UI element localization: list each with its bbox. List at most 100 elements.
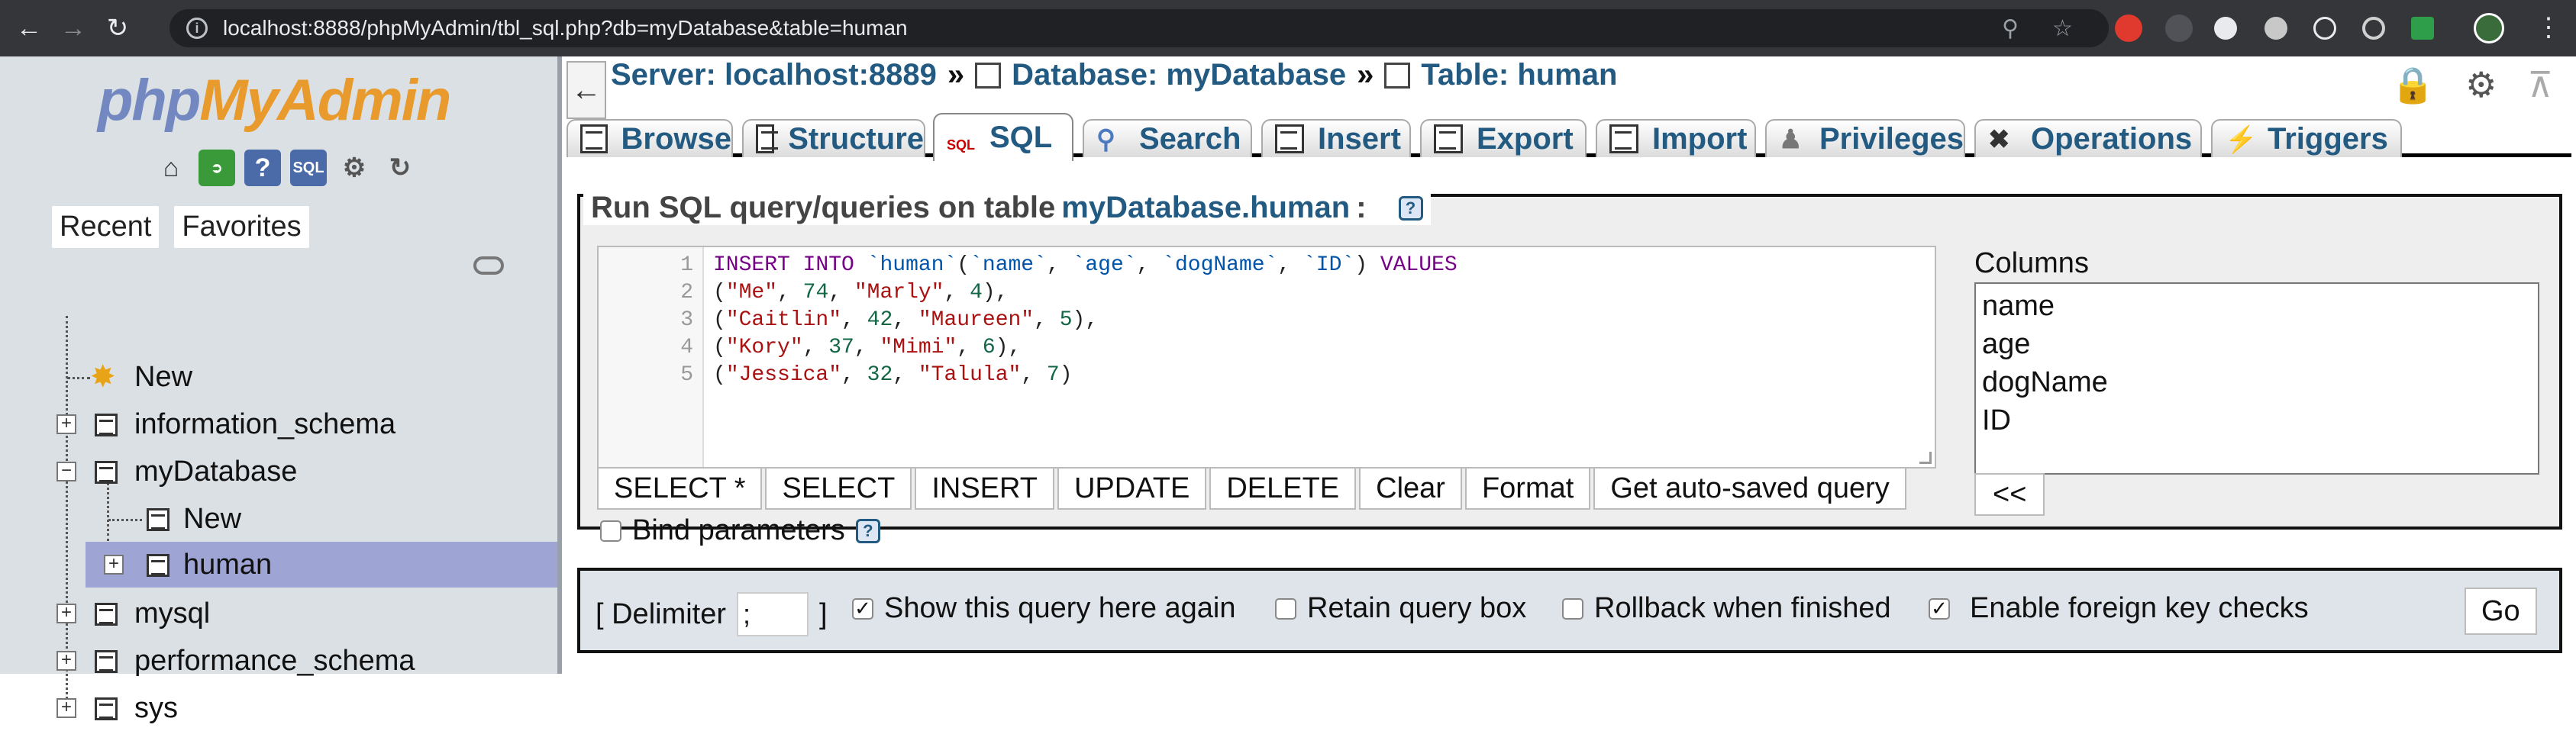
rollback-when-finished-option: Rollback when finished bbox=[1562, 592, 1891, 625]
export-icon bbox=[1434, 124, 1463, 153]
collapse-icon[interactable]: − bbox=[56, 462, 76, 481]
bind-parameters-checkbox[interactable] bbox=[600, 520, 621, 542]
format-button[interactable]: Format bbox=[1464, 467, 1591, 510]
new-table-icon bbox=[140, 504, 171, 534]
select-all-button[interactable]: SELECT * bbox=[597, 467, 763, 510]
profile-avatar-icon[interactable] bbox=[2474, 13, 2504, 43]
expand-icon[interactable]: + bbox=[56, 651, 76, 671]
tab-triggers[interactable]: ⚡ Triggers bbox=[2211, 119, 2402, 157]
back-arrow-icon[interactable]: ← bbox=[14, 13, 44, 43]
new-star-icon: ✸ bbox=[90, 360, 116, 394]
clear-button[interactable]: Clear bbox=[1359, 467, 1462, 510]
column-option[interactable]: dogName bbox=[1982, 363, 2532, 401]
column-option[interactable]: ID bbox=[1982, 401, 2532, 440]
sql-editor[interactable]: 1 2 3 4 5 INSERT INTO `human`(`name`, `a… bbox=[597, 246, 1936, 469]
code-line: ("Caitlin", 42, "Maureen", 5), bbox=[713, 308, 1099, 332]
retain-query-box-checkbox[interactable] bbox=[1275, 597, 1296, 620]
insert-button[interactable]: INSERT bbox=[915, 467, 1054, 510]
extension-atom-icon[interactable] bbox=[2313, 17, 2336, 40]
delimiter-input[interactable]: ; bbox=[737, 592, 809, 636]
table-edit-icon bbox=[140, 549, 171, 580]
insert-column-button[interactable]: << bbox=[1974, 473, 2045, 516]
legend-table-link[interactable]: myDatabase.human bbox=[1061, 191, 1350, 225]
help-icon[interactable]: ? bbox=[244, 150, 281, 186]
tab-operations[interactable]: ✖ Operations bbox=[1974, 119, 2202, 157]
extension-target-icon[interactable] bbox=[2362, 17, 2385, 40]
refresh-icon[interactable]: ↻ bbox=[382, 150, 418, 186]
expand-icon[interactable]: + bbox=[56, 414, 76, 434]
help-icon[interactable]: ? bbox=[855, 518, 880, 543]
column-option[interactable]: age bbox=[1982, 325, 2532, 363]
resize-handle[interactable] bbox=[1919, 452, 1932, 464]
tree-item-label: performance_schema bbox=[134, 644, 415, 677]
tab-import[interactable]: Import bbox=[1596, 119, 1756, 157]
tree-item-sys[interactable]: + sys bbox=[0, 685, 557, 731]
rollback-when-finished-checkbox[interactable] bbox=[1562, 597, 1583, 620]
site-info-icon[interactable]: i bbox=[186, 18, 208, 39]
recent-tab[interactable]: Recent bbox=[52, 206, 160, 248]
delimiter-close: ] bbox=[819, 597, 828, 630]
show-query-again-checkbox[interactable]: ✓ bbox=[852, 597, 873, 620]
tree-item-new[interactable]: ✸ New bbox=[0, 354, 557, 400]
help-icon[interactable]: ? bbox=[1398, 195, 1423, 221]
columns-list[interactable]: name age dogName ID bbox=[1974, 282, 2539, 475]
address-bar[interactable]: i localhost:8888/phpMyAdmin/tbl_sql.php?… bbox=[169, 9, 2109, 47]
lock-icon[interactable]: 🔒 bbox=[2391, 64, 2435, 106]
favorites-tab[interactable]: Favorites bbox=[174, 206, 309, 248]
tree-item-mysql[interactable]: + mysql bbox=[0, 591, 557, 636]
breadcrumb-server[interactable]: Server: localhost:8889 bbox=[611, 58, 937, 92]
collapse-sidebar-button[interactable]: ← bbox=[567, 61, 606, 119]
delete-button[interactable]: DELETE bbox=[1209, 467, 1357, 510]
tab-browse[interactable]: Browse bbox=[567, 119, 733, 157]
expand-icon[interactable]: + bbox=[56, 604, 76, 623]
breadcrumb-table[interactable]: Table: human bbox=[1421, 58, 1617, 92]
extension-puzzle-icon[interactable] bbox=[2165, 14, 2193, 42]
home-icon[interactable]: ⌂ bbox=[153, 150, 189, 186]
go-button[interactable]: Go bbox=[2465, 588, 2537, 635]
tab-label: Operations bbox=[2031, 121, 2193, 156]
breadcrumb-separator: » bbox=[1357, 58, 1374, 92]
browser-menu-icon[interactable]: ⋮ bbox=[2533, 12, 2564, 43]
tree-item-new-table[interactable]: New bbox=[0, 496, 557, 542]
collapse-top-icon[interactable]: ⊼ bbox=[2527, 64, 2553, 106]
forward-arrow-icon[interactable]: → bbox=[58, 13, 89, 43]
breadcrumb-database[interactable]: Database: myDatabase bbox=[1012, 58, 1346, 92]
tree-item-label: information_schema bbox=[134, 407, 396, 440]
tab-structure[interactable]: Structure bbox=[742, 119, 925, 157]
phpmyadmin-logo[interactable]: phpMyAdmin bbox=[98, 67, 451, 134]
url-text[interactable]: localhost:8888/phpMyAdmin/tbl_sql.php?db… bbox=[223, 16, 908, 40]
tab-export[interactable]: Export bbox=[1420, 119, 1587, 157]
reload-icon[interactable]: ↻ bbox=[102, 13, 133, 43]
show-query-again-option: ✓ Show this query here again bbox=[852, 592, 1236, 625]
expand-icon[interactable]: + bbox=[104, 555, 124, 575]
sql-docs-icon[interactable]: SQL bbox=[290, 150, 327, 186]
get-auto-saved-query-button[interactable]: Get auto-saved query bbox=[1593, 467, 1906, 510]
update-button[interactable]: UPDATE bbox=[1057, 467, 1207, 510]
tree-item-human[interactable]: + human bbox=[86, 542, 557, 588]
extension-record-icon[interactable] bbox=[2264, 17, 2287, 40]
bookmark-star-icon[interactable]: ☆ bbox=[2052, 15, 2073, 42]
exit-icon[interactable]: ➲ bbox=[199, 150, 235, 186]
tree-item-mydatabase[interactable]: − myDatabase bbox=[0, 449, 557, 494]
tree-item-label: New bbox=[183, 502, 242, 535]
tree-item-performance-schema[interactable]: + performance_schema bbox=[0, 638, 557, 684]
zoom-icon[interactable]: ⚲ bbox=[2002, 15, 2019, 42]
tab-sql[interactable]: SQL SQL bbox=[933, 113, 1073, 161]
tab-search[interactable]: ⚲ Search bbox=[1083, 119, 1252, 157]
tab-label: Import bbox=[1652, 121, 1748, 156]
foreign-key-checks-checkbox[interactable]: ✓ bbox=[1929, 597, 1950, 620]
tree-item-information-schema[interactable]: + information_schema bbox=[0, 401, 557, 447]
tab-insert[interactable]: Insert bbox=[1261, 119, 1411, 157]
column-option[interactable]: name bbox=[1982, 287, 2532, 325]
extension-green-icon[interactable] bbox=[2411, 17, 2434, 40]
link-with-main-panel-icon[interactable] bbox=[473, 256, 504, 275]
settings-gear-icon[interactable]: ⚙ bbox=[2465, 64, 2497, 106]
extension-circle-icon[interactable] bbox=[2214, 17, 2237, 40]
tab-privileges[interactable]: ♟ Privileges bbox=[1765, 119, 1965, 157]
extension-shield-icon[interactable] bbox=[2115, 14, 2142, 42]
retain-query-box-option: Retain query box bbox=[1275, 592, 1526, 625]
select-button[interactable]: SELECT bbox=[765, 467, 912, 510]
settings-gear-icon[interactable]: ⚙ bbox=[336, 150, 373, 186]
expand-icon[interactable]: + bbox=[56, 698, 76, 718]
line-number: 5 bbox=[680, 363, 693, 387]
